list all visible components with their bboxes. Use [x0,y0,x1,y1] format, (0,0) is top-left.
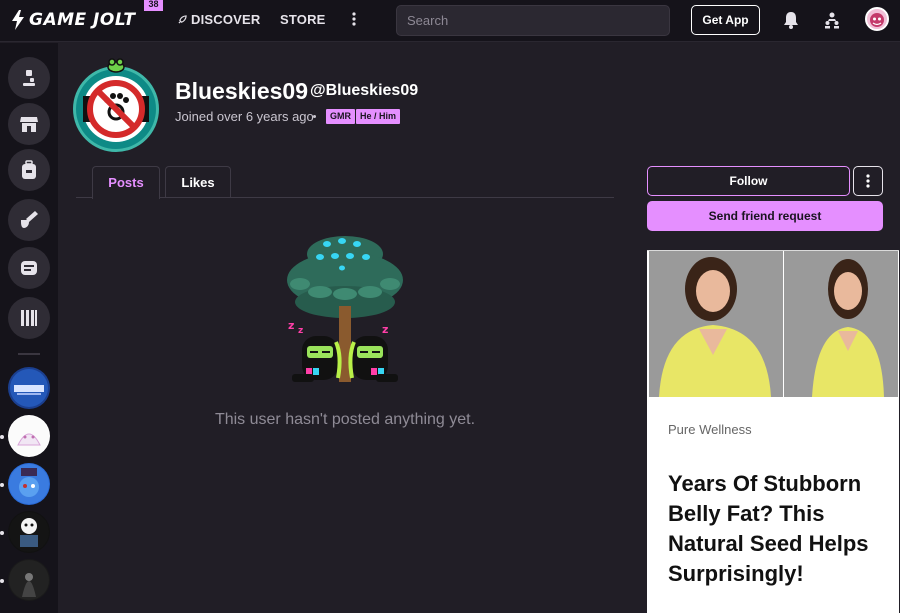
game-jolt-logo[interactable]: GAME JOLT [10,8,135,32]
friends-icon[interactable] [823,10,841,30]
sidebar-divider [18,353,40,355]
ad-headline[interactable]: Years Of Stubborn Belly Fat? This Natura… [668,469,890,589]
community-image [10,369,48,407]
community-avatar-5[interactable] [8,559,50,601]
follow-button[interactable]: Follow [647,166,850,196]
user-avatar[interactable] [865,7,889,31]
profile-avatar-image [83,76,149,142]
sidebar-library-button[interactable] [8,297,50,339]
pronouns-tag: He / Him [356,109,401,124]
svg-text:z: z [382,323,388,336]
nav-store-label: STORE [280,12,326,27]
top-bar: GAME JOLT 38 DISCOVER STORE Get App [0,0,900,42]
store-icon [20,117,38,132]
nav-discover-label: DISCOVER [191,12,261,27]
sleeping-tree-illustration: z z z [287,236,403,382]
left-sidebar [0,43,58,613]
community-image [9,560,49,600]
logo-text: GAME JOLT [29,10,136,30]
unread-dot [0,531,4,535]
ad-image-right [784,251,898,397]
profile-username: Blueskies09 [175,78,308,104]
get-app-button[interactable]: Get App [691,5,760,35]
profile-joined-date: Joined over 6 years ago [175,109,314,124]
nav-discover[interactable]: DISCOVER [178,12,261,27]
sidebar-inventory-button[interactable] [8,149,50,191]
ad-photo [649,251,783,397]
more-vertical-icon [866,174,870,188]
sidebar-quests-button[interactable] [8,199,50,241]
community-image [9,512,49,552]
sidebar-chat-button[interactable] [8,247,50,289]
no-paw-icon [83,80,149,138]
community-avatar-2[interactable] [8,415,50,457]
nav-store[interactable]: STORE [280,12,326,27]
rocket-icon [178,15,187,24]
ad-image-left [649,251,783,397]
profile-more-button[interactable] [853,166,883,196]
chat-icon [21,261,37,275]
community-image [9,464,49,504]
community-avatar-3[interactable] [8,463,50,505]
sidebar-store-button[interactable] [8,103,50,145]
backpack-icon [22,160,36,179]
unread-dot [0,435,4,439]
avatar-image [870,13,884,27]
unread-dot [0,483,4,487]
svg-text:z: z [298,326,303,336]
gmr-tag[interactable]: GMR [326,109,355,124]
frog-badge-icon [107,58,125,73]
empty-state-message: This user hasn't posted anything yet. [214,411,476,428]
advertisement[interactable]: Pure Wellness Years Of Stubborn Belly Fa… [647,250,899,613]
ad-photo [784,251,898,397]
sidebar-activity-button[interactable] [8,57,50,99]
community-avatar-pnatas[interactable] [8,367,50,409]
svg-text:z: z [288,319,294,332]
community-image [9,416,49,456]
unread-dot [0,579,4,583]
notification-badge[interactable]: 38 [144,0,163,11]
send-friend-request-button[interactable]: Send friend request [647,201,883,231]
bolt-icon [12,10,24,30]
community-avatar-4[interactable] [8,511,50,553]
profile-handle: @Blueskies09 [310,82,419,99]
more-vertical-icon[interactable] [349,10,359,30]
ad-sponsor: Pure Wellness [668,422,752,437]
library-icon [21,310,37,326]
profile-avatar[interactable] [73,66,159,152]
separator-dot [313,115,316,118]
search-input[interactable] [396,5,670,36]
tab-likes[interactable]: Likes [165,166,231,198]
activity-icon [23,70,35,86]
tab-posts[interactable]: Posts [92,166,160,199]
bell-icon[interactable] [782,10,800,30]
quest-potion-icon [21,211,38,228]
